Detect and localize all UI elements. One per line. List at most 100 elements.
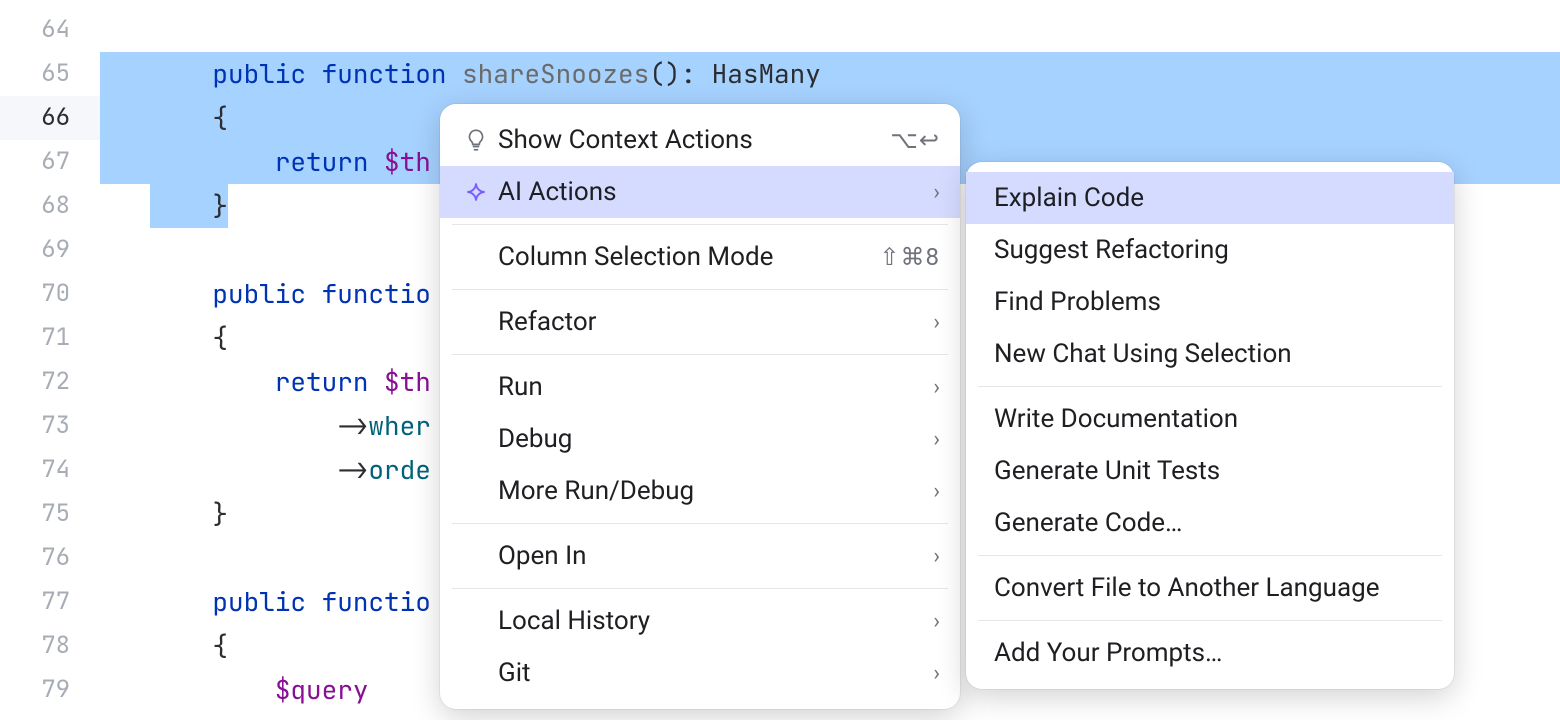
line-number[interactable]: 72 (0, 360, 100, 404)
brace: } (212, 496, 228, 531)
code-line[interactable] (100, 8, 1560, 52)
parens: () (649, 56, 680, 91)
menu-separator (452, 289, 948, 290)
menu-separator (978, 620, 1442, 621)
menu-item-shortcut: ⌥↩ (890, 126, 940, 154)
line-number[interactable]: 79 (0, 668, 100, 712)
code-line[interactable]: public function shareSnoozes(): HasMany (100, 52, 1560, 96)
menu-item-label: New Chat Using Selection (994, 339, 1434, 369)
chevron-right-icon: › (933, 375, 940, 400)
context-menu-item[interactable]: Git› (440, 647, 960, 699)
keyword: return (275, 144, 369, 179)
method-call: orde (368, 452, 430, 487)
context-menu-item[interactable]: Local History› (440, 595, 960, 647)
line-number[interactable]: 69 (0, 228, 100, 272)
line-number-current[interactable]: 66 (0, 96, 100, 140)
menu-separator (452, 224, 948, 225)
menu-item-label: Convert File to Another Language (994, 573, 1434, 603)
menu-item-label: Open In (494, 541, 933, 571)
line-number[interactable]: 71 (0, 316, 100, 360)
menu-separator (978, 555, 1442, 556)
menu-item-label: Refactor (494, 307, 933, 337)
menu-item-label: Write Documentation (994, 404, 1434, 434)
submenu-item[interactable]: Explain Code (966, 172, 1454, 224)
line-number[interactable]: 74 (0, 448, 100, 492)
chevron-right-icon: › (933, 479, 940, 504)
submenu-item[interactable]: Find Problems (966, 276, 1454, 328)
submenu-item[interactable]: Generate Code… (966, 497, 1454, 549)
ai-icon (458, 179, 494, 205)
line-number-gutter: 64 65 66 67 68 69 70 71 72 73 74 75 76 7… (0, 0, 100, 720)
context-menu-item[interactable]: Run› (440, 361, 960, 413)
line-number[interactable]: 68 (0, 184, 100, 228)
submenu-item[interactable]: Suggest Refactoring (966, 224, 1454, 276)
chevron-right-icon: › (933, 310, 940, 335)
chevron-right-icon: › (933, 544, 940, 569)
arrow: -> (337, 452, 368, 487)
menu-item-label: Column Selection Mode (494, 242, 879, 272)
return-type: HasMany (712, 56, 821, 91)
brace: { (212, 320, 228, 355)
line-number[interactable]: 77 (0, 580, 100, 624)
line-number[interactable]: 70 (0, 272, 100, 316)
variable: $th (384, 364, 431, 399)
context-menu-item[interactable]: Show Context Actions⌥↩ (440, 114, 960, 166)
menu-item-shortcut: ⇧⌘8 (879, 243, 940, 271)
keyword: functio (322, 584, 431, 619)
line-number[interactable]: 78 (0, 624, 100, 668)
menu-item-label: Suggest Refactoring (994, 235, 1434, 265)
chevron-right-icon: › (933, 180, 940, 205)
line-number[interactable]: 65 (0, 52, 100, 96)
arrow: -> (337, 408, 368, 443)
menu-item-label: Run (494, 372, 933, 402)
context-menu-item[interactable]: Refactor› (440, 296, 960, 348)
keyword: public (212, 56, 306, 91)
keyword: public (212, 584, 306, 619)
function-name: shareSnoozes (462, 56, 649, 91)
menu-item-label: Git (494, 658, 933, 688)
keyword: function (322, 56, 447, 91)
context-menu-item[interactable]: AI Actions› (440, 166, 960, 218)
menu-item-label: AI Actions (494, 177, 933, 207)
method-call: wher (368, 408, 430, 443)
variable: $query (275, 672, 369, 707)
line-number[interactable]: 76 (0, 536, 100, 580)
keyword: return (275, 364, 369, 399)
context-menu: Show Context Actions⌥↩AI Actions›Column … (440, 104, 960, 709)
menu-separator (978, 386, 1442, 387)
chevron-right-icon: › (933, 661, 940, 686)
bulb-icon (458, 127, 494, 153)
submenu-item[interactable]: Add Your Prompts… (966, 627, 1454, 679)
menu-item-label: Show Context Actions (494, 125, 890, 155)
colon: : (680, 56, 711, 91)
brace: } (212, 188, 228, 223)
brace: { (212, 100, 228, 135)
submenu-item[interactable]: Convert File to Another Language (966, 562, 1454, 614)
menu-item-label: Local History (494, 606, 933, 636)
menu-item-label: Debug (494, 424, 933, 454)
chevron-right-icon: › (933, 609, 940, 634)
brace: { (212, 628, 228, 663)
chevron-right-icon: › (933, 427, 940, 452)
context-menu-item[interactable]: More Run/Debug› (440, 465, 960, 517)
menu-item-label: More Run/Debug (494, 476, 933, 506)
context-menu-item[interactable]: Debug› (440, 413, 960, 465)
menu-item-label: Generate Code… (994, 508, 1434, 538)
menu-item-label: Explain Code (994, 183, 1434, 213)
menu-separator (452, 523, 948, 524)
menu-item-label: Generate Unit Tests (994, 456, 1434, 486)
context-menu-item[interactable]: Column Selection Mode⇧⌘8 (440, 231, 960, 283)
submenu-item[interactable]: Write Documentation (966, 393, 1454, 445)
line-number[interactable]: 67 (0, 140, 100, 184)
submenu-item[interactable]: Generate Unit Tests (966, 445, 1454, 497)
ai-actions-submenu: Explain Code Suggest Refactoring Find Prob… (966, 162, 1454, 689)
keyword: functio (322, 276, 431, 311)
submenu-item[interactable]: New Chat Using Selection (966, 328, 1454, 380)
line-number[interactable]: 64 (0, 8, 100, 52)
menu-item-label: Add Your Prompts… (994, 638, 1434, 668)
menu-separator (452, 588, 948, 589)
line-number[interactable]: 75 (0, 492, 100, 536)
menu-item-label: Find Problems (994, 287, 1434, 317)
context-menu-item[interactable]: Open In› (440, 530, 960, 582)
line-number[interactable]: 73 (0, 404, 100, 448)
